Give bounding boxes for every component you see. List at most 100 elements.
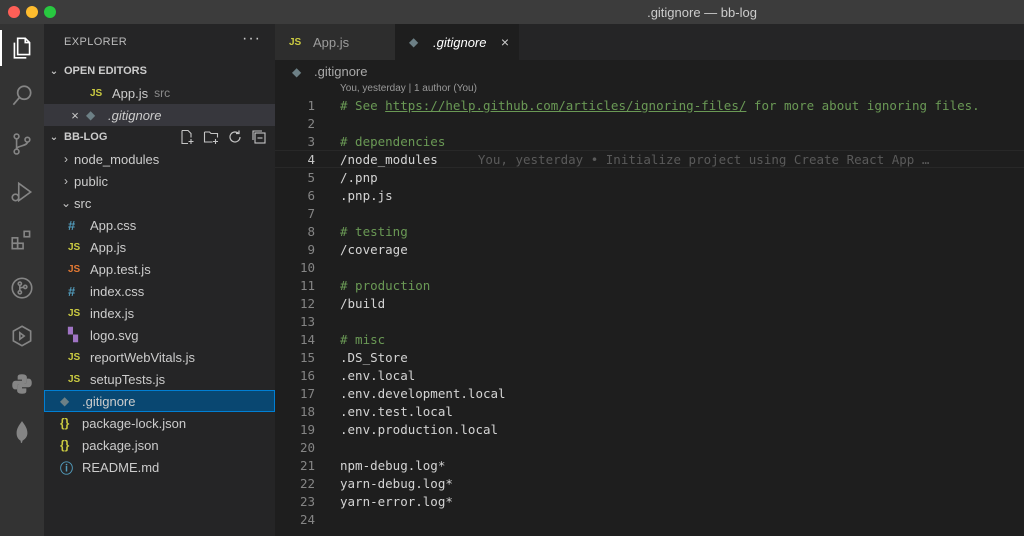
code-line: 15 .DS_Store (275, 348, 1024, 366)
line-number: 11 (299, 277, 315, 293)
refresh-icon[interactable] (227, 129, 243, 145)
tree-file-app-js[interactable]: JS App.js (44, 236, 275, 258)
chevron-right-icon: › (64, 152, 68, 166)
line-number: 12 (299, 295, 315, 311)
tab-label: App.js (313, 34, 350, 50)
tree-folder-src[interactable]: ⌄ src (44, 192, 275, 214)
new-folder-icon[interactable] (203, 129, 219, 145)
open-editor-item[interactable]: × ◆ .gitignore (44, 104, 275, 126)
tree-file-app-test-js[interactable]: JS App.test.js (44, 258, 275, 280)
code-text: .pnp.js (340, 187, 393, 203)
tree-item-label: README.md (82, 459, 160, 475)
gitignore-file-icon: ◆ (60, 394, 70, 408)
collapse-all-icon[interactable] (251, 129, 267, 145)
open-editors-label: OPEN EDITORS (64, 65, 147, 77)
code-line: 18 .env.test.local (275, 402, 1024, 420)
js-file-icon: JS (68, 307, 81, 319)
tree-file-index-js[interactable]: JS index.js (44, 302, 275, 324)
code-line: 17 .env.development.local (275, 384, 1024, 402)
line-number: 22 (299, 475, 315, 491)
tab-gitignore[interactable]: ◆ .gitignore × (395, 24, 519, 60)
activity-bar (0, 24, 44, 536)
code-line: 8 # testing (275, 222, 1024, 240)
code-line: 14 # misc (275, 330, 1024, 348)
line-number: 1 (307, 97, 315, 113)
tree-item-label: node_modules (74, 151, 160, 167)
chevron-right-icon: › (64, 174, 68, 188)
line-number: 15 (299, 349, 315, 365)
tree-file-gitignore[interactable]: ◆ .gitignore (44, 390, 275, 412)
line-number: 8 (307, 223, 315, 239)
new-file-icon[interactable] (179, 129, 195, 145)
code-line: 9 /coverage (275, 240, 1024, 258)
tree-file-logo-svg[interactable]: ▚ logo.svg (44, 324, 275, 346)
code-line: 6 .pnp.js (275, 186, 1024, 204)
code-text: yarn-error.log* (340, 493, 453, 509)
code-text: .env.test.local (340, 403, 453, 419)
run-debug-icon[interactable] (0, 170, 44, 214)
code-text: .env.development.local (340, 385, 506, 401)
tree-item-label: App.css (90, 217, 137, 233)
breadcrumb-file[interactable]: .gitignore (314, 64, 367, 79)
line-number: 5 (307, 169, 315, 185)
tree-file-package-json[interactable]: {} package.json (44, 434, 275, 456)
line-number: 16 (299, 367, 315, 383)
js-file-icon: JS (289, 36, 302, 48)
js-file-icon: JS (90, 87, 103, 99)
comment-text: # dependencies (340, 133, 446, 149)
test-js-file-icon: JS (68, 263, 81, 275)
line-number: 7 (307, 205, 315, 221)
remote-explorer-icon[interactable] (0, 314, 44, 358)
js-file-icon: JS (68, 241, 81, 253)
inline-blame: You, yesterday • Initialize project usin… (477, 151, 930, 167)
tree-folder-public[interactable]: › public (44, 170, 275, 192)
tree-item-label: src (74, 195, 92, 211)
line-number: 3 (307, 133, 315, 149)
title-bar: .gitignore — bb-log (0, 0, 1024, 24)
more-actions-icon[interactable]: ··· (242, 30, 261, 48)
code-line-current: 4 /node_modules You, yesterday • Initiali… (275, 150, 1024, 168)
blame-codelens[interactable]: You, yesterday | 1 author (You) (340, 83, 477, 94)
tab-app-js[interactable]: JS App.js (275, 24, 395, 60)
tree-item-label: .gitignore (82, 393, 136, 409)
breadcrumb[interactable]: ◆ .gitignore (292, 64, 367, 79)
code-line: 20 (275, 438, 1024, 456)
tree-file-package-lock[interactable]: {} package-lock.json (44, 412, 275, 434)
code-text: npm-debug.log* (340, 457, 446, 473)
tab-label: .gitignore (433, 34, 487, 50)
comment-link[interactable]: https://help.github.com/articles/ignorin… (385, 98, 746, 113)
line-number: 23 (299, 493, 315, 509)
close-icon[interactable]: × (68, 108, 82, 123)
tree-file-setup-tests[interactable]: JS setupTests.js (44, 368, 275, 390)
js-file-icon: JS (68, 373, 81, 385)
extensions-icon[interactable] (0, 218, 44, 262)
code-text: yarn-debug.log* (340, 475, 453, 491)
code-line: 5 /.pnp (275, 168, 1024, 186)
tree-folder-node-modules[interactable]: › node_modules (44, 148, 275, 170)
tree-file-app-css[interactable]: # App.css (44, 214, 275, 236)
open-editor-item[interactable]: JS App.js src (44, 82, 275, 104)
source-control-icon[interactable] (0, 122, 44, 166)
files-icon[interactable] (0, 26, 44, 70)
line-number: 13 (299, 313, 315, 329)
open-editors-section[interactable]: ⌄ OPEN EDITORS (44, 60, 275, 82)
json-file-icon: {} (60, 416, 70, 430)
mongodb-leaf-icon[interactable] (0, 410, 44, 454)
tree-item-label: reportWebVitals.js (90, 349, 196, 365)
code-text: .env.local (340, 367, 416, 383)
git-graph-icon[interactable] (0, 266, 44, 310)
code-line: 11 # production (275, 276, 1024, 294)
project-section[interactable]: ⌄ BB-LOG (44, 126, 275, 148)
explorer-title: EXPLORER (64, 36, 128, 48)
line-number: 2 (307, 115, 315, 131)
tree-file-readme[interactable]: ⓘ README.md (44, 456, 275, 478)
python-icon[interactable] (0, 362, 44, 406)
open-editor-name: App.js (112, 85, 149, 101)
code-text: .DS_Store (340, 349, 408, 365)
tree-file-index-css[interactable]: # index.css (44, 280, 275, 302)
code-text: /build (340, 295, 386, 311)
tree-file-report-web-vitals[interactable]: JS reportWebVitals.js (44, 346, 275, 368)
css-file-icon: # (68, 283, 76, 299)
search-icon[interactable] (0, 74, 44, 118)
close-icon[interactable]: × (501, 34, 509, 50)
